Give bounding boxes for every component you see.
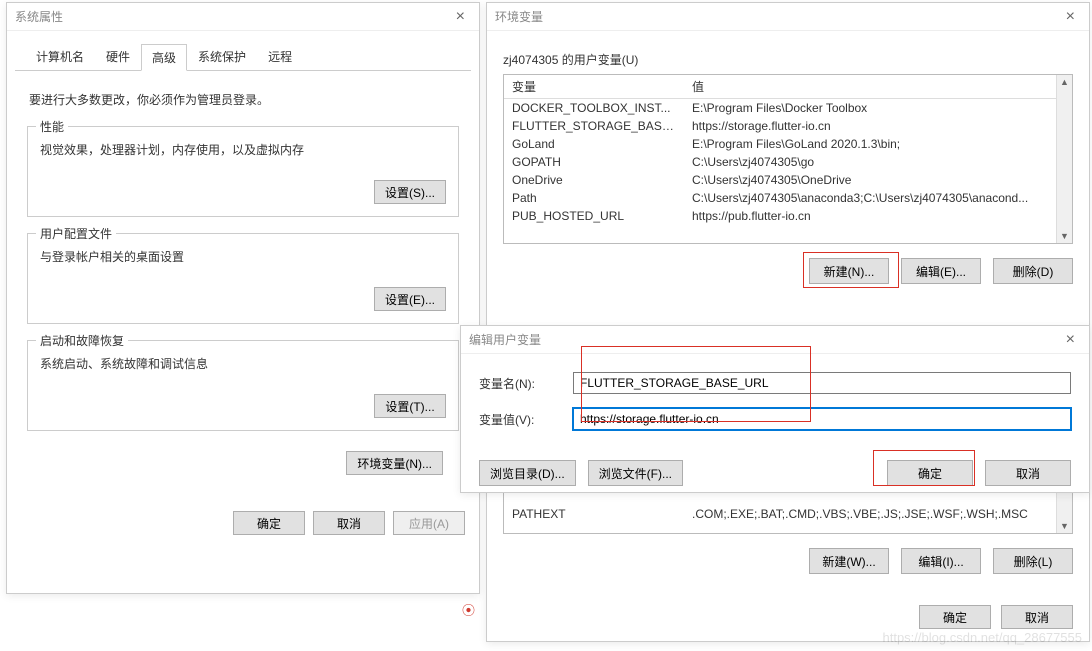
table-row[interactable]: PathC:\Users\zj4074305\anaconda3;C:\User…	[504, 189, 1072, 207]
ok-button[interactable]: 确定	[919, 605, 991, 629]
system-vars-buttons: 新建(W)... 编辑(I)... 删除(L)	[503, 548, 1073, 574]
cancel-button[interactable]: 取消	[985, 460, 1071, 486]
admin-note: 要进行大多数更改，你必须作为管理员登录。	[29, 91, 457, 108]
cell-val: E:\Program Files\Docker Toolbox	[684, 99, 1072, 118]
group-desc: 与登录帐户相关的桌面设置	[40, 248, 446, 265]
sys-new-button[interactable]: 新建(W)...	[809, 548, 889, 574]
cell-val: C:\Users\zj4074305\go	[684, 153, 1072, 171]
user-edit-button[interactable]: 编辑(E)...	[901, 258, 981, 284]
browse-file-button[interactable]: 浏览文件(F)...	[588, 460, 683, 486]
close-icon[interactable]: ×	[1060, 8, 1081, 26]
ok-button[interactable]: 确定	[887, 460, 973, 486]
editvar-body: 变量名(N): 变量值(V):	[461, 354, 1089, 454]
cell-var: DOCKER_TOOLBOX_INST...	[504, 99, 684, 118]
cell-var: GoLand	[504, 135, 684, 153]
editvar-buttons: 浏览目录(D)... 浏览文件(F)... 确定 取消	[461, 454, 1089, 498]
group-title: 用户配置文件	[36, 225, 116, 242]
sys-edit-button[interactable]: 编辑(I)...	[901, 548, 981, 574]
cancel-button[interactable]: 取消	[1001, 605, 1073, 629]
cell-val: C:\Users\zj4074305\anaconda3;C:\Users\zj…	[684, 189, 1072, 207]
user-delete-button[interactable]: 删除(D)	[993, 258, 1073, 284]
group-desc: 系统启动、系统故障和调试信息	[40, 355, 446, 372]
titlebar: 环境变量 ×	[487, 3, 1089, 31]
profile-settings-button[interactable]: 设置(E)...	[374, 287, 446, 311]
close-icon[interactable]: ×	[450, 8, 471, 26]
cancel-button[interactable]: 取消	[313, 511, 385, 535]
tabs: 计算机名 硬件 高级 系统保护 远程	[15, 35, 471, 71]
apply-button[interactable]: 应用(A)	[393, 511, 465, 535]
table-row[interactable]: PUB_HOSTED_URLhttps://pub.flutter-io.cn	[504, 207, 1072, 225]
table-row[interactable]: PATHEXT.COM;.EXE;.BAT;.CMD;.VBS;.VBE;.JS…	[504, 505, 1072, 523]
perf-settings-button[interactable]: 设置(S)...	[374, 180, 446, 204]
group-performance: 性能 视觉效果，处理器计划，内存使用，以及虚拟内存 设置(S)...	[27, 126, 459, 217]
dialog-title: 系统属性	[15, 8, 63, 25]
browse-dir-button[interactable]: 浏览目录(D)...	[479, 460, 576, 486]
table-row[interactable]: GOPATHC:\Users\zj4074305\go	[504, 153, 1072, 171]
var-value-label: 变量值(V):	[479, 411, 555, 428]
startup-settings-button[interactable]: 设置(T)...	[374, 394, 446, 418]
var-name-label: 变量名(N):	[479, 375, 555, 392]
group-user-profile: 用户配置文件 与登录帐户相关的桌面设置 设置(E)...	[27, 233, 459, 324]
sys-delete-button[interactable]: 删除(L)	[993, 548, 1073, 574]
user-new-button[interactable]: 新建(N)...	[809, 258, 889, 284]
sysprops-body: 要进行大多数更改，你必须作为管理员登录。 性能 视觉效果，处理器计划，内存使用，…	[7, 71, 479, 501]
system-properties-dialog: 系统属性 × 计算机名 硬件 高级 系统保护 远程 要进行大多数更改，你必须作为…	[6, 2, 480, 594]
user-vars-buttons: 新建(N)... 编辑(E)... 删除(D)	[503, 258, 1073, 284]
table-row[interactable]: FLUTTER_STORAGE_BASE_...https://storage.…	[504, 117, 1072, 135]
table-row[interactable]: GoLandE:\Program Files\GoLand 2020.1.3\b…	[504, 135, 1072, 153]
cell-val: .COM;.EXE;.BAT;.CMD;.VBS;.VBE;.JS;.JSE;.…	[684, 505, 1072, 523]
var-name-input[interactable]	[573, 372, 1071, 394]
cell-var: GOPATH	[504, 153, 684, 171]
cell-val: https://storage.flutter-io.cn	[684, 117, 1072, 135]
scrollbar[interactable]	[1056, 75, 1072, 243]
ok-button[interactable]: 确定	[233, 511, 305, 535]
table-row[interactable]: DOCKER_TOOLBOX_INST...E:\Program Files\D…	[504, 99, 1072, 118]
dialog-title: 环境变量	[495, 8, 543, 25]
cell-var: OneDrive	[504, 171, 684, 189]
environment-variables-button[interactable]: 环境变量(N)...	[346, 451, 443, 475]
close-icon[interactable]: ×	[1060, 331, 1081, 349]
titlebar: 编辑用户变量 ×	[461, 326, 1089, 354]
tab-hardware[interactable]: 硬件	[95, 43, 141, 70]
cell-var: PUB_HOSTED_URL	[504, 207, 684, 225]
user-vars-table[interactable]: 变量 值 DOCKER_TOOLBOX_INST...E:\Program Fi…	[503, 74, 1073, 244]
envvars-body: zj4074305 的用户变量(U) 变量 值 DOCKER_TOOLBOX_I…	[487, 31, 1089, 606]
cell-val: E:\Program Files\GoLand 2020.1.3\bin;	[684, 135, 1072, 153]
table-row[interactable]: OneDriveC:\Users\zj4074305\OneDrive	[504, 171, 1072, 189]
dialog-footer: 确定 取消 应用(A)	[7, 501, 479, 545]
group-title: 性能	[36, 118, 68, 135]
tab-remote[interactable]: 远程	[257, 43, 303, 70]
tab-advanced[interactable]: 高级	[141, 44, 187, 71]
cell-var: PATHEXT	[504, 505, 684, 523]
tab-system-protection[interactable]: 系统保护	[187, 43, 257, 70]
group-startup: 启动和故障恢复 系统启动、系统故障和调试信息 设置(T)...	[27, 340, 459, 431]
user-vars-label: zj4074305 的用户变量(U)	[503, 51, 1073, 68]
col-val[interactable]: 值	[684, 75, 1072, 99]
col-var[interactable]: 变量	[504, 75, 684, 99]
group-title: 启动和故障恢复	[36, 332, 128, 349]
dialog-footer: 确定 取消	[487, 597, 1089, 641]
edit-user-variable-dialog: 编辑用户变量 × 变量名(N): 变量值(V): 浏览目录(D)... 浏览文件…	[460, 325, 1090, 493]
cell-val: C:\Users\zj4074305\OneDrive	[684, 171, 1072, 189]
var-value-input[interactable]	[573, 408, 1071, 430]
environment-variables-dialog: 环境变量 × zj4074305 的用户变量(U) 变量 值 DOCKER_TO…	[486, 2, 1090, 642]
titlebar: 系统属性 ×	[7, 3, 479, 31]
cell-val: https://pub.flutter-io.cn	[684, 207, 1072, 225]
cell-var: FLUTTER_STORAGE_BASE_...	[504, 117, 684, 135]
cell-var: Path	[504, 189, 684, 207]
tab-computer-name[interactable]: 计算机名	[25, 43, 95, 70]
csdn-icon: ⦿	[462, 600, 475, 619]
group-desc: 视觉效果，处理器计划，内存使用，以及虚拟内存	[40, 141, 446, 158]
dialog-title: 编辑用户变量	[469, 331, 541, 348]
